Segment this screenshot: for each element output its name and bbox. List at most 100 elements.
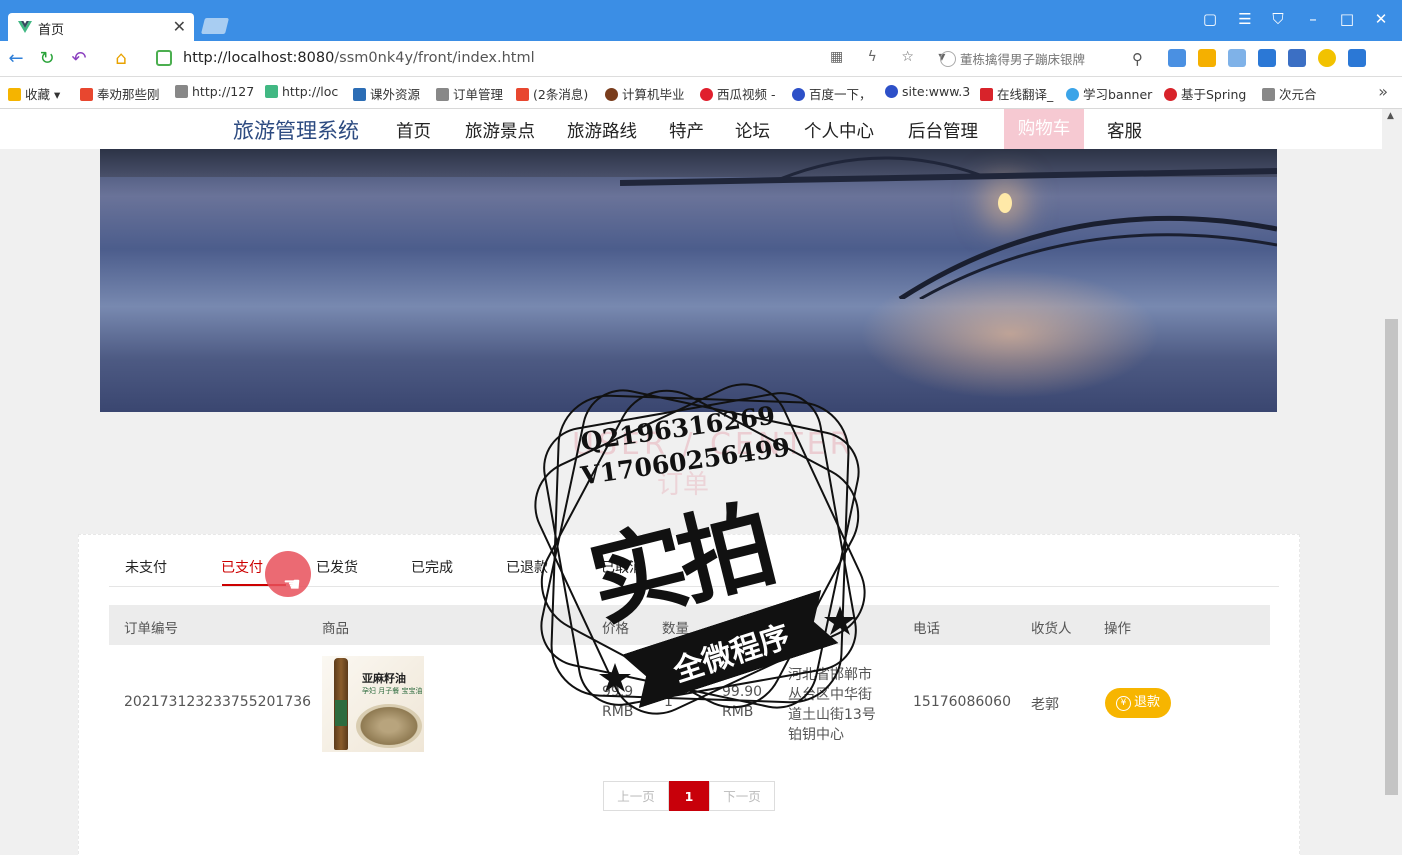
- nav-forum[interactable]: 论坛: [735, 118, 770, 143]
- emoji-icon[interactable]: [1318, 49, 1336, 67]
- col-total: 总价: [722, 621, 749, 637]
- site-icon: [1164, 88, 1177, 101]
- csdn-icon: [80, 88, 93, 101]
- col-address: 地址: [788, 621, 815, 637]
- save-icon[interactable]: [1258, 49, 1276, 67]
- maximize-icon[interactable]: □: [1337, 10, 1357, 28]
- tab-unpaid[interactable]: 未支付: [125, 557, 167, 577]
- bookmark-item[interactable]: http://127: [175, 84, 254, 99]
- user-center-header: USER / CENTER 订单: [197, 412, 1180, 522]
- prev-page-button[interactable]: 上一页: [603, 781, 669, 811]
- bookmark-item[interactable]: (2条消息): [516, 84, 588, 103]
- key-icon[interactable]: [1198, 49, 1216, 67]
- nav-attractions[interactable]: 旅游景点: [465, 118, 535, 143]
- nav-cart[interactable]: 购物车: [1004, 109, 1084, 149]
- translate-icon[interactable]: [1168, 49, 1186, 67]
- site-navbar: 旅游管理系统 首页 旅游景点 旅游路线 特产 论坛 个人中心 后台管理 购物车 …: [0, 109, 1382, 149]
- undo-icon[interactable]: ↶: [68, 48, 90, 69]
- user-center-title: USER / CENTER: [572, 427, 855, 462]
- nav-admin[interactable]: 后台管理: [908, 118, 978, 143]
- page-number[interactable]: 1: [669, 781, 709, 811]
- order-status-tabs: 未支付 已支付 已发货 已完成 已退款 已取消 ☚: [109, 535, 1279, 597]
- refresh-icon[interactable]: ↻: [36, 48, 58, 69]
- bookmarks-more-icon[interactable]: »: [1378, 82, 1388, 101]
- bookmark-item[interactable]: 基于Spring: [1164, 84, 1246, 103]
- back-icon[interactable]: ←: [5, 48, 27, 69]
- new-tab-button[interactable]: [201, 18, 229, 34]
- tab-refunded[interactable]: 已退款: [506, 557, 548, 577]
- bookmark-item[interactable]: site:www.3: [885, 84, 970, 99]
- bookmark-item[interactable]: http://loc: [265, 84, 338, 99]
- star-icon: [8, 88, 21, 101]
- tab-close-icon[interactable]: ✕: [173, 17, 186, 36]
- nav-home[interactable]: 首页: [396, 118, 431, 143]
- tab-count-icon[interactable]: ▢: [1200, 10, 1220, 28]
- url-field[interactable]: http://localhost:8080/ssm0nk4y/front/ind…: [148, 47, 918, 71]
- tab-shipped[interactable]: 已发货: [316, 557, 358, 577]
- search-engine-icon[interactable]: [940, 51, 956, 67]
- address-line: 道土山街13号: [788, 707, 876, 723]
- vue-logo-icon: [265, 85, 278, 98]
- hand-cursor-icon: ☚: [283, 572, 301, 596]
- banner-carousel[interactable]: [100, 149, 1277, 412]
- order-panel: 未支付 已支付 已发货 已完成 已退款 已取消 ☚ 订单编号 商品 价格 数量 …: [78, 534, 1300, 855]
- user-center-subtitle: 订单: [657, 470, 710, 500]
- refund-button[interactable]: ¥ 退款: [1105, 688, 1171, 718]
- copy-icon[interactable]: [1228, 49, 1246, 67]
- bookmark-item[interactable]: 课外资源: [353, 84, 420, 103]
- download-icon[interactable]: [1348, 49, 1366, 67]
- address-line: 铂钥中心: [788, 727, 844, 743]
- extension-toolbar: [1168, 49, 1378, 71]
- vue-logo-icon: [18, 21, 32, 33]
- col-order-no: 订单编号: [124, 621, 178, 637]
- next-page-button[interactable]: 下一页: [709, 781, 775, 811]
- tab-completed[interactable]: 已完成: [411, 557, 453, 577]
- bookmark-item[interactable]: 次元合: [1262, 84, 1317, 103]
- site-icon: [1066, 88, 1079, 101]
- bookmark-item[interactable]: 收藏 ▾: [8, 84, 60, 103]
- menu-icon[interactable]: ☰: [1235, 10, 1255, 28]
- site-icon: [605, 88, 618, 101]
- bookmark-item[interactable]: 西瓜视频 -: [700, 84, 775, 103]
- scissors-icon[interactable]: [1288, 49, 1306, 67]
- product-image[interactable]: 亚麻籽油 孕妇 月子餐 宝宝油: [322, 656, 424, 752]
- nav-personal-center[interactable]: 个人中心: [804, 118, 874, 143]
- address-bar: ← ↻ ↶ ⌂ http://localhost:8080/ssm0nk4y/f…: [0, 41, 1402, 77]
- url-tools-icons[interactable]: ▦ ϟ ☆ ▾: [830, 49, 955, 65]
- quantity: 1: [664, 694, 673, 710]
- url-host: http://localhost:8080: [183, 50, 335, 66]
- baidu-icon: [792, 88, 805, 101]
- tab-cancelled[interactable]: 已取消: [601, 557, 643, 577]
- bookmark-item[interactable]: 奉劝那些刚: [80, 84, 160, 103]
- search-input[interactable]: [960, 49, 1130, 69]
- tab-paid[interactable]: 已支付: [221, 557, 263, 577]
- search-icon[interactable]: ⚲: [1132, 50, 1143, 68]
- scroll-up-icon[interactable]: ▲: [1387, 111, 1394, 121]
- bookmark-item[interactable]: 订单管理: [436, 84, 503, 103]
- nav-routes[interactable]: 旅游路线: [567, 118, 637, 143]
- site-icon: [353, 88, 366, 101]
- address-line: 丛台区中华街: [788, 687, 872, 703]
- bottle-label: [335, 700, 347, 726]
- tab-title: 首页: [38, 23, 65, 38]
- csdn-icon: [516, 88, 529, 101]
- skin-icon[interactable]: ⛉: [1268, 10, 1288, 28]
- refund-label: 退款: [1133, 695, 1160, 710]
- close-window-icon[interactable]: ✕: [1371, 10, 1391, 28]
- nav-customer-service[interactable]: 客服: [1107, 118, 1142, 143]
- product-name: 亚麻籽油: [362, 672, 406, 685]
- home-icon[interactable]: ⌂: [110, 48, 132, 69]
- bookmark-item[interactable]: 计算机毕业: [605, 84, 685, 103]
- bookmark-item[interactable]: 百度一下，: [792, 84, 872, 103]
- vertical-scrollbar[interactable]: ▲: [1382, 109, 1402, 855]
- bookmark-item[interactable]: 在线翻译_: [980, 84, 1053, 103]
- browser-tab[interactable]: 首页 ✕: [8, 13, 194, 41]
- product-tag: 孕妇 月子餐 宝宝油: [362, 687, 423, 695]
- browser-tab-bar: 首页 ✕ ▢ ☰ ⛉ – □ ✕: [0, 0, 1402, 41]
- bookmark-item[interactable]: 学习banner: [1066, 84, 1152, 103]
- page-viewport: 旅游管理系统 首页 旅游景点 旅游路线 特产 论坛 个人中心 后台管理 购物车 …: [0, 109, 1382, 855]
- site-title[interactable]: 旅游管理系统: [233, 115, 359, 145]
- nav-specialties[interactable]: 特产: [669, 118, 704, 143]
- scrollbar-thumb[interactable]: [1385, 319, 1398, 795]
- minimize-icon[interactable]: –: [1303, 10, 1323, 28]
